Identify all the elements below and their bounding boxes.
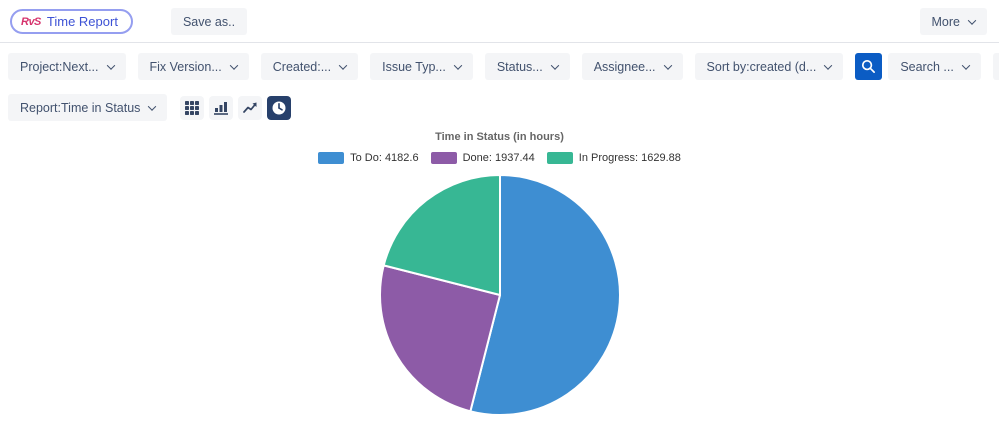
save-as-label: Save as..	[182, 14, 236, 29]
line-chart-view-button[interactable]	[238, 95, 263, 120]
app-logo-pill[interactable]: RvS Time Report	[10, 9, 133, 34]
chevron-down-icon	[229, 60, 238, 70]
chevron-down-icon	[550, 60, 559, 70]
filter-bar: Project:Next... Fix Version... Created:.…	[0, 43, 999, 80]
chevron-down-icon	[148, 101, 157, 111]
search-icon	[862, 59, 876, 73]
search-group: Search ...	[855, 53, 981, 80]
search-dropdown-label: Search ...	[900, 59, 954, 74]
report-selector-dropdown[interactable]: Report:Time in Status	[8, 94, 168, 121]
legend-item-in-progress[interactable]: In Progress: 1629.88	[546, 152, 681, 164]
filter-issue-type-dropdown[interactable]: Issue Typ...	[370, 53, 473, 80]
filter-label: Created:...	[272, 59, 332, 74]
chevron-down-icon	[338, 60, 348, 70]
filter-label: Fix Version...	[149, 59, 222, 74]
search-button[interactable]	[855, 53, 883, 80]
search-dropdown[interactable]: Search ...	[888, 53, 981, 80]
filter-label: Issue Typ...	[382, 59, 446, 74]
save-as-button[interactable]: Save as..	[170, 8, 248, 35]
legend-label: In Progress: 1629.88	[578, 152, 681, 164]
filter-sort-by-dropdown[interactable]: Sort by:created (d...	[694, 53, 844, 80]
bar-chart-view-button[interactable]	[209, 95, 234, 120]
report-bar: Report:Time in Status	[0, 80, 999, 121]
chevron-down-icon	[961, 60, 971, 70]
filter-label: Status...	[496, 59, 543, 74]
rvs-logo-icon: RvS	[21, 15, 41, 28]
table-view-icon	[185, 100, 200, 115]
more-label: More	[931, 14, 960, 29]
chart-title: Time in Status (in hours)	[435, 131, 564, 143]
bar-chart-view-icon	[214, 101, 229, 115]
chevron-down-icon	[453, 60, 463, 70]
filter-label: Assignee...	[593, 59, 656, 74]
app-title: Time Report	[46, 14, 118, 29]
time-in-status-view-button[interactable]	[267, 95, 292, 120]
chart-area: Time in Status (in hours) To Do: 4182.6 …	[0, 131, 999, 420]
report-selector-label: Report:Time in Status	[20, 100, 141, 115]
filter-assignee-dropdown[interactable]: Assignee...	[581, 53, 683, 80]
legend-swatch-to-do	[318, 152, 345, 164]
filter-fix-version-dropdown[interactable]: Fix Version...	[137, 53, 249, 80]
pie-chart	[378, 174, 621, 416]
chevron-down-icon	[967, 15, 977, 25]
line-chart-view-icon	[243, 102, 257, 113]
filter-created-dropdown[interactable]: Created:...	[260, 53, 359, 80]
view-switcher	[180, 95, 292, 120]
legend-item-to-do[interactable]: To Do: 4182.6	[318, 152, 419, 164]
filter-right-group: Fields Statuses	[992, 53, 999, 80]
header-bar: RvS Time Report Save as.. More	[0, 0, 999, 42]
filter-status-dropdown[interactable]: Status...	[484, 53, 570, 80]
legend-label: To Do: 4182.6	[350, 152, 419, 164]
more-button[interactable]: More	[919, 8, 987, 35]
chevron-down-icon	[106, 60, 115, 70]
legend-swatch-in-progress	[546, 152, 573, 164]
legend-swatch-done	[430, 152, 457, 164]
filter-label: Sort by:created (d...	[706, 59, 817, 74]
filter-project-dropdown[interactable]: Project:Next...	[8, 53, 126, 80]
legend-label: Done: 1937.44	[462, 152, 535, 164]
chevron-down-icon	[663, 60, 672, 70]
fields-dropdown[interactable]: Fields	[992, 53, 999, 80]
filter-label: Project:Next...	[20, 59, 99, 74]
table-view-button[interactable]	[180, 95, 205, 120]
clock-icon	[272, 101, 286, 114]
chart-legend: To Do: 4182.6 Done: 1937.44 In Progress:…	[0, 152, 999, 164]
legend-item-done[interactable]: Done: 1937.44	[430, 152, 535, 164]
chevron-down-icon	[824, 60, 833, 70]
